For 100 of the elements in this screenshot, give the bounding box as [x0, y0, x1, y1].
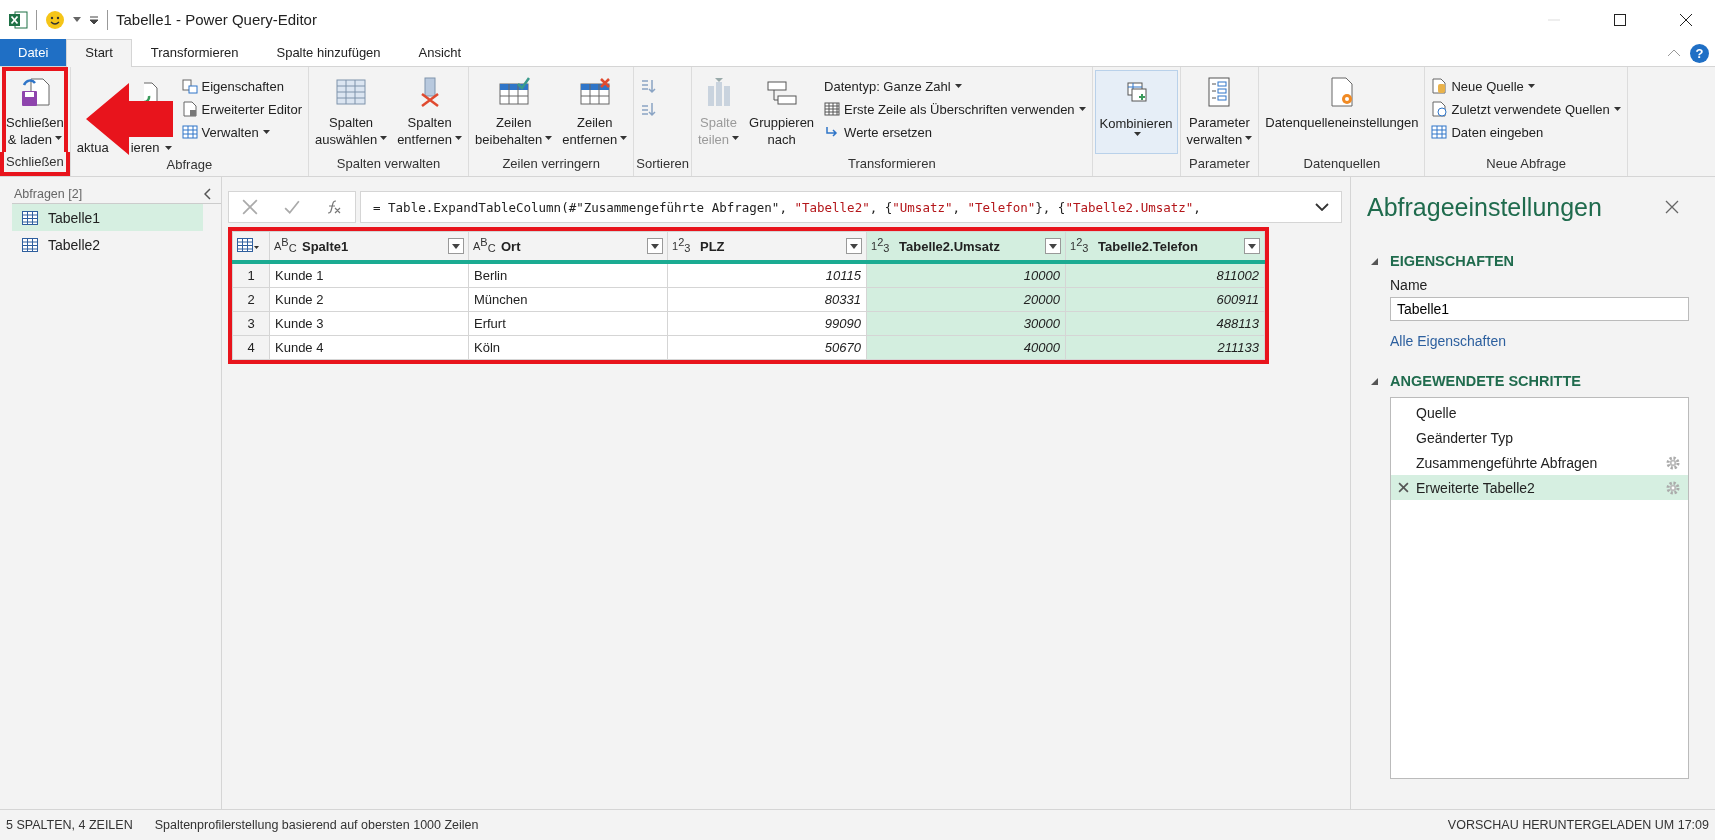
type-icon[interactable]: 123: [1070, 240, 1092, 252]
ribbon-button[interactable]: Erweiterter Editor: [181, 99, 302, 119]
function-icon[interactable]: [326, 200, 342, 214]
column-header[interactable]: ABC Ort: [468, 231, 668, 262]
table-cell: 80331: [667, 287, 867, 312]
button-label[interactable]: aktua: [76, 140, 109, 155]
maximize-icon[interactable]: [1614, 13, 1626, 26]
table-cell: Kunde 4: [269, 335, 469, 360]
table-cell: 811002: [1065, 262, 1265, 288]
query-item[interactable]: Tabelle1: [12, 204, 203, 231]
table-cell: Berlin: [468, 262, 668, 288]
ribbon-button[interactable]: Zeilen beibehalten: [471, 70, 557, 154]
filter-dropdown-icon[interactable]: [1045, 238, 1061, 254]
table-icon: [335, 76, 368, 108]
ribbon-button[interactable]: Parameter verwalten: [1182, 70, 1257, 154]
step-item[interactable]: Geänderter Typ: [1391, 425, 1688, 450]
caret-icon: [1134, 132, 1142, 136]
caret-icon: [1613, 107, 1621, 111]
queries-header: Abfragen [2]: [14, 187, 83, 201]
file-tab[interactable]: Datei: [0, 39, 67, 66]
ribbon-button[interactable]: Daten eingeben: [1431, 122, 1621, 142]
table-cell: 600911: [1065, 287, 1265, 312]
collapse-ribbon-icon[interactable]: [1668, 49, 1680, 56]
name-field[interactable]: Tabelle1: [1390, 297, 1689, 321]
smiley-icon[interactable]: [45, 9, 65, 30]
column-header[interactable]: ABC Spalte1: [269, 231, 469, 262]
table-cell: Kunde 1: [269, 262, 469, 288]
table-check-icon: [497, 76, 530, 108]
expand-icon[interactable]: [1315, 203, 1329, 211]
type-icon[interactable]: ABC: [274, 240, 296, 252]
caret-icon: [380, 135, 388, 140]
ribbon-button[interactable]: Schließen & laden: [2, 67, 68, 152]
ribbon-button[interactable]: Gruppieren nach: [745, 70, 819, 154]
table-icon: [181, 124, 198, 140]
type-icon[interactable]: 123: [672, 240, 694, 252]
window-title: Tabelle1 - Power Query-Editor: [116, 11, 317, 28]
column-header[interactable]: 123 Tabelle2.Umsatz: [866, 231, 1066, 262]
group-label: Abfrage: [165, 156, 214, 174]
ribbon-button[interactable]: Eigenschaften: [181, 76, 302, 96]
table-cell: 488113: [1065, 311, 1265, 336]
ribbon-button[interactable]: Spalten entfernen: [393, 70, 467, 154]
step-item[interactable]: Quelle: [1391, 400, 1688, 425]
table-icon: [1431, 124, 1448, 140]
collapse-triangle-icon[interactable]: [1371, 257, 1378, 265]
query-item[interactable]: Tabelle2: [12, 231, 203, 258]
group-label: Zeilen verringern: [501, 155, 601, 173]
ribbon-button[interactable]: Datentyp: Ganze Zahl: [824, 76, 1086, 96]
caret-icon: [1245, 135, 1253, 140]
table-cell: München: [468, 287, 668, 312]
ribbon-button[interactable]: Spalten auswählen: [310, 70, 392, 154]
table-cell: 50670: [667, 335, 867, 360]
group-label: Schließen: [0, 152, 70, 176]
type-icon[interactable]: 123: [871, 240, 893, 252]
step-item[interactable]: Erweiterte Tabelle2: [1391, 475, 1688, 500]
ribbon-tab[interactable]: Ansicht: [399, 39, 481, 66]
section-heading: EIGENSCHAFTEN: [1390, 253, 1515, 269]
ribbon-tab[interactable]: Transformieren: [131, 39, 258, 66]
step-item[interactable]: Zusammengeführte Abfragen: [1391, 450, 1688, 475]
collapse-icon[interactable]: [204, 188, 211, 200]
formula-field[interactable]: = Table.ExpandTableColumn(#"Zusammengeführte Abfragen", "Tabelle2", {"Umsatz", "Telefon"}, {"Tabelle2.Umsatz",: [360, 191, 1342, 223]
filter-dropdown-icon[interactable]: [846, 238, 862, 254]
close-icon[interactable]: [1680, 13, 1692, 26]
caret-icon: [1527, 84, 1535, 88]
caret-icon: [1078, 107, 1086, 111]
column-header[interactable]: 123 PLZ: [667, 231, 867, 262]
table-icon: [824, 101, 841, 117]
help-button[interactable]: ?: [1690, 44, 1709, 63]
table-cell: 211133: [1065, 335, 1265, 360]
ribbon-button[interactable]: Zuletzt verwendete Quellen: [1431, 99, 1621, 119]
ribbon-button[interactable]: Verwalten: [181, 122, 302, 142]
ribbon-button[interactable]: Neue Quelle: [1431, 76, 1621, 96]
group-label: Parameter: [1188, 155, 1251, 173]
ribbon-button[interactable]: Zeilen entfernen: [558, 70, 632, 154]
check-icon[interactable]: [284, 199, 300, 215]
ribbon-button[interactable]: Erste Zeile als Überschriften verwenden: [824, 99, 1086, 119]
table-menu-button[interactable]: [232, 231, 270, 262]
filter-dropdown-icon[interactable]: [647, 238, 663, 254]
ribbon-button[interactable]: Kombinieren: [1094, 70, 1178, 154]
collapse-triangle-icon[interactable]: [1371, 377, 1378, 385]
filter-dropdown-icon[interactable]: [1244, 238, 1260, 254]
caret-icon[interactable]: [73, 17, 81, 22]
caret-icon: [954, 84, 962, 88]
button-label[interactable]: ieren: [130, 140, 160, 155]
group-label: Spalten verwalten: [335, 155, 442, 173]
ribbon-tab[interactable]: Start: [66, 39, 132, 67]
excel-icon[interactable]: [8, 9, 28, 30]
filter-dropdown-icon[interactable]: [448, 238, 464, 254]
document-clock-icon: [1431, 101, 1448, 117]
ribbon-button[interactable]: Datenquelleneinstellungen: [1261, 70, 1423, 154]
table-icon: [22, 237, 38, 252]
delete-icon[interactable]: [1398, 482, 1409, 493]
ribbon-button[interactable]: Werte ersetzen: [824, 122, 1086, 142]
all-properties-link[interactable]: Alle Eigenschaften: [1390, 333, 1689, 349]
table-cell: Kunde 2: [269, 287, 469, 312]
column-header[interactable]: 123 Tabelle2.Telefon: [1065, 231, 1265, 262]
caret-icon: [54, 135, 62, 140]
customize-icon[interactable]: [89, 15, 99, 24]
ribbon-tab[interactable]: Spalte hinzufügen: [257, 39, 400, 66]
type-icon[interactable]: ABC: [473, 240, 495, 252]
document-icon: [181, 101, 198, 117]
